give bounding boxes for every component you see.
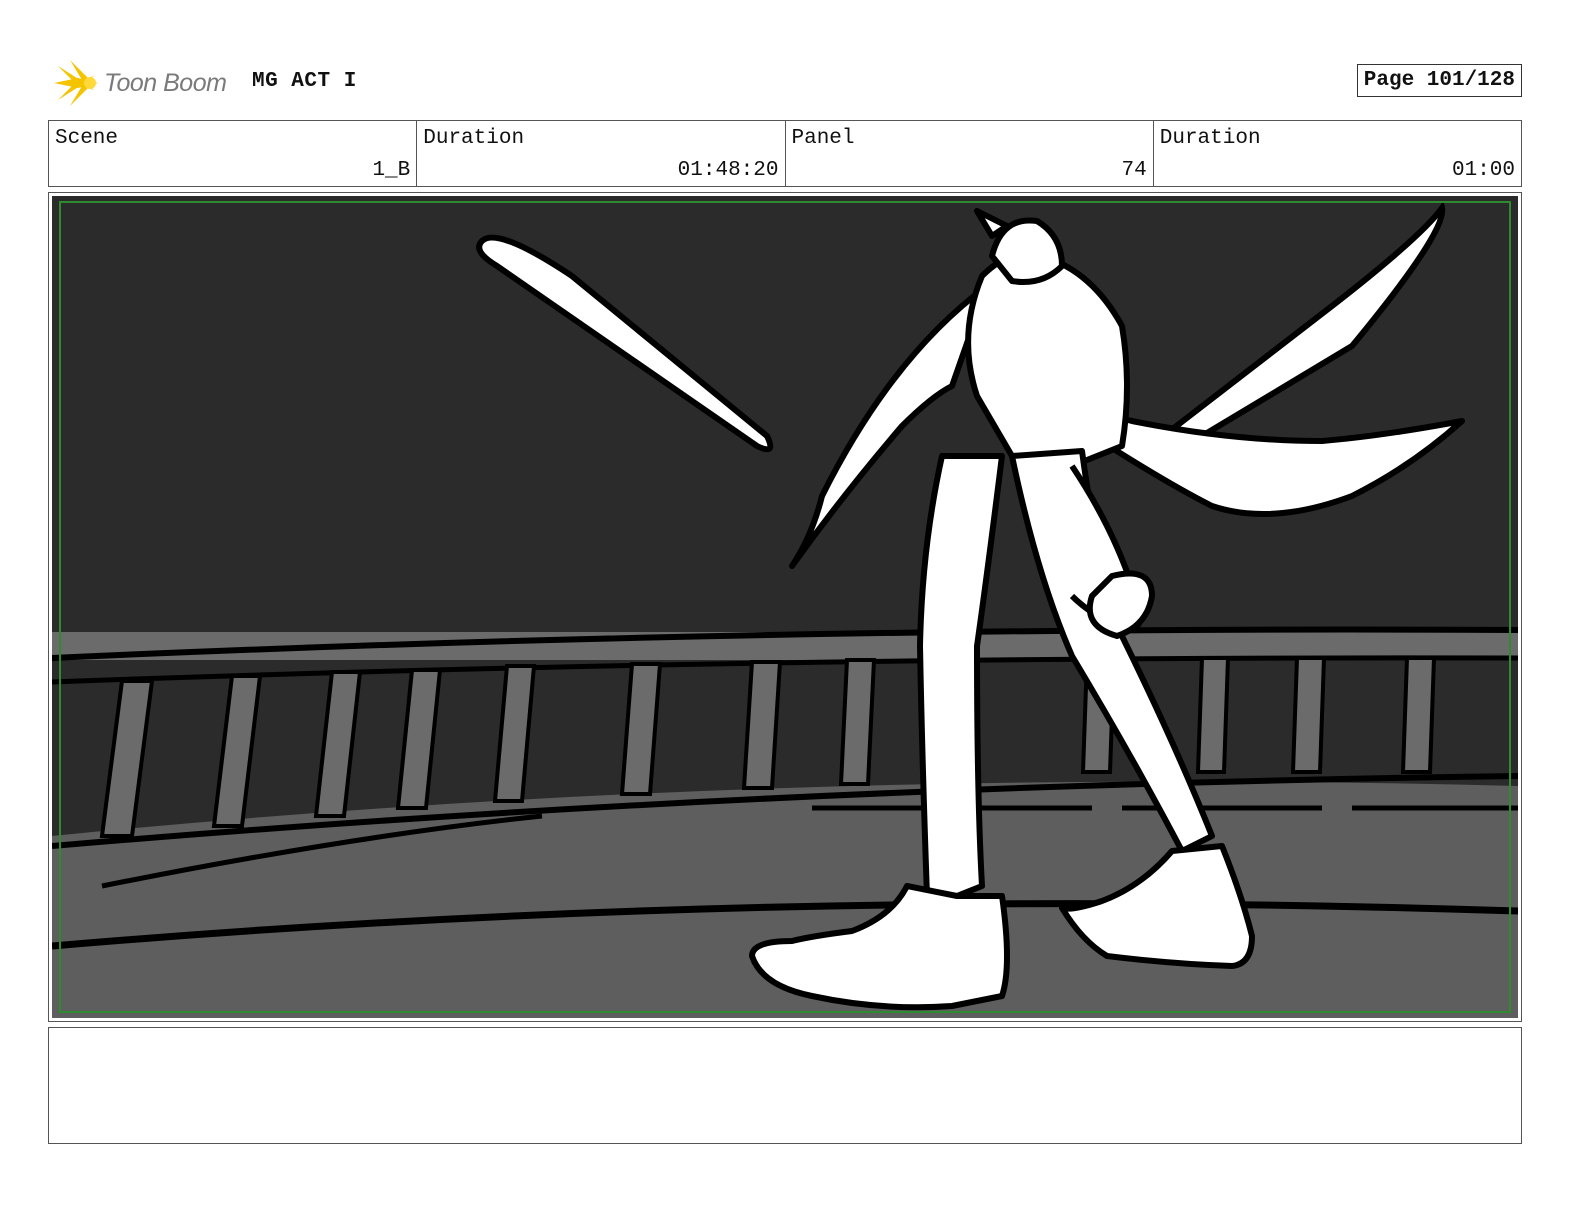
project-title: MG ACT I — [252, 70, 357, 93]
storyboard-panel — [48, 192, 1522, 1022]
scene-duration-value: 01:48:20 — [677, 159, 779, 182]
panel-drawing — [52, 196, 1518, 1018]
page-number: Page 101/128 — [1356, 64, 1522, 97]
panel-notes — [48, 1027, 1522, 1144]
toon-boom-logo: Toon Boom — [48, 56, 227, 110]
panel-cell: Panel 74 — [786, 121, 1154, 186]
panel-duration-cell: Duration 01:00 — [1154, 121, 1521, 186]
logo-text: Toon Boom — [104, 68, 227, 97]
panel-duration-value: 01:00 — [1451, 159, 1515, 182]
scene-cell: Scene 1_B — [49, 121, 418, 186]
panel-value: 74 — [1121, 159, 1147, 182]
scene-info-table: Scene 1_B Duration 01:48:20 Panel 74 Dur… — [48, 120, 1522, 187]
starburst-logo-icon — [54, 60, 98, 106]
panel-label: Panel — [791, 127, 855, 150]
scene-label: Scene — [55, 127, 119, 150]
scene-duration-cell: Duration 01:48:20 — [417, 121, 786, 186]
page-header: Toon Boom MG ACT I Page 101/128 — [48, 56, 1522, 110]
scene-duration-label: Duration — [423, 127, 525, 150]
panel-duration-label: Duration — [1159, 127, 1261, 150]
scene-value: 1_B — [372, 159, 411, 182]
